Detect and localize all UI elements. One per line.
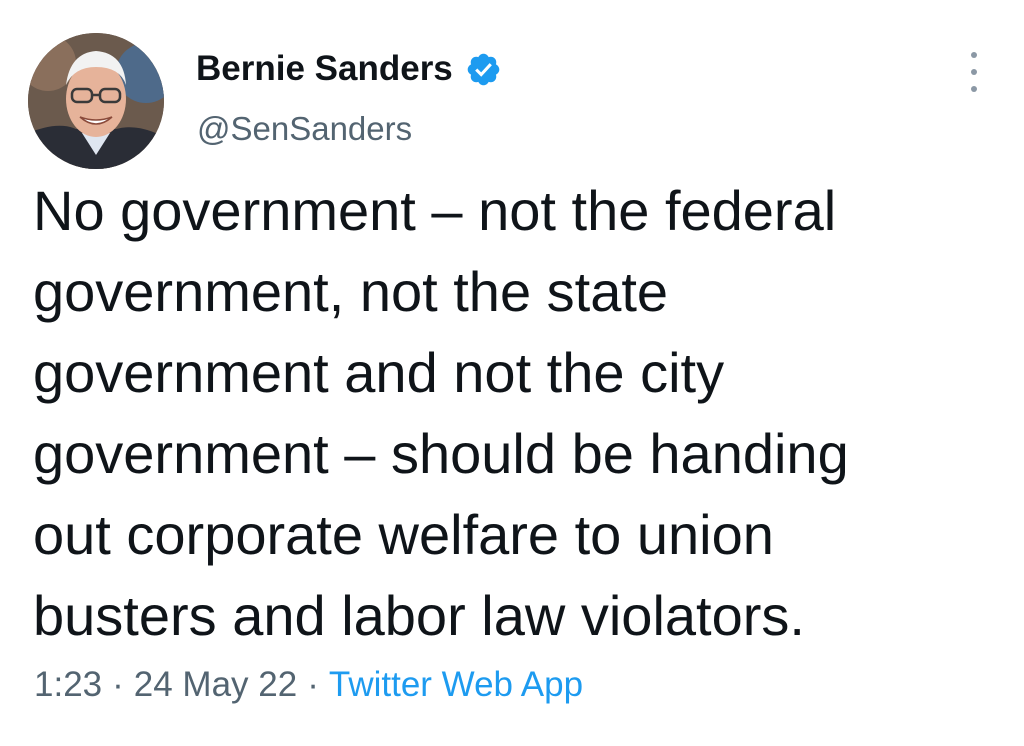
tweet-text-line: No government – not the federal: [33, 179, 837, 242]
tweet-text: No government – not the federal governme…: [33, 170, 993, 656]
user-handle[interactable]: @SenSanders: [197, 110, 412, 148]
avatar[interactable]: [28, 33, 164, 169]
tweet-text-line: out corporate welfare to union: [33, 503, 774, 566]
tweet-time[interactable]: 1:23: [34, 665, 102, 704]
tweet-text-line: government and not the city: [33, 341, 725, 404]
avatar-image: [28, 33, 164, 169]
more-dot: [971, 52, 977, 58]
tweet-source-link[interactable]: Twitter Web App: [329, 665, 583, 704]
tweet-text-line: government – should be handing: [33, 422, 849, 485]
more-dot: [971, 86, 977, 92]
meta-separator: ·: [307, 665, 319, 704]
display-name-row: Bernie Sanders: [196, 44, 502, 94]
tweet-card: Bernie Sanders @SenSanders No government…: [0, 0, 1024, 746]
meta-separator: ·: [112, 665, 124, 704]
tweet-meta: 1:23 · 24 May 22 · Twitter Web App: [34, 665, 583, 705]
tweet-date[interactable]: 24 May 22: [134, 665, 297, 704]
more-dot: [971, 69, 977, 75]
tweet-text-line: busters and labor law violators.: [33, 584, 805, 647]
display-name[interactable]: Bernie Sanders: [196, 49, 453, 89]
tweet-text-line: government, not the state: [33, 260, 669, 323]
verified-badge-icon: [467, 53, 500, 85]
more-options-icon[interactable]: [964, 52, 984, 92]
